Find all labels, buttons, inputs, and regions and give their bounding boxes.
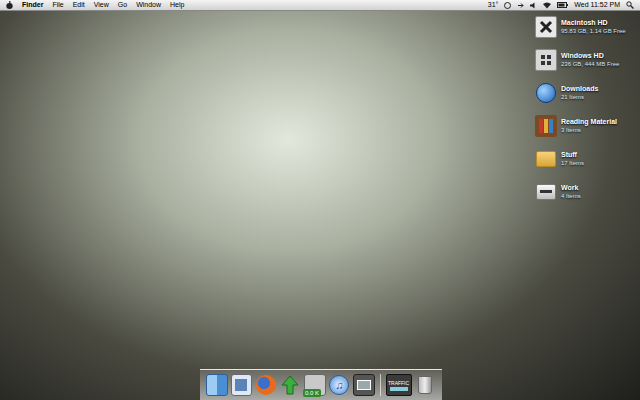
menu-item[interactable]: Help: [170, 0, 184, 10]
desktop-icon[interactable]: Reading Material3 Items: [535, 113, 640, 138]
upload-arrow-icon[interactable]: [280, 374, 301, 396]
desktop-icon[interactable]: Windows HD236 GB, 444 MB Free: [535, 47, 640, 72]
battery-icon[interactable]: [557, 2, 568, 8]
dock-separator: [380, 374, 381, 396]
temperature[interactable]: 31°: [488, 0, 499, 10]
trash-icon[interactable]: [415, 374, 436, 396]
volume-icon[interactable]: [530, 2, 537, 9]
menu-item[interactable]: View: [94, 0, 109, 10]
desktop: Finder File Edit View Go Window Help 31° Wed 11:…: [0, 0, 640, 400]
menu-bar: Finder File Edit View Go Window Help 31° Wed 11:…: [0, 0, 640, 11]
time-machine-icon[interactable]: [504, 2, 511, 9]
wifi-icon[interactable]: [543, 2, 551, 9]
menu-item[interactable]: File: [52, 0, 63, 10]
itunes-icon[interactable]: ♫: [329, 374, 350, 396]
windows-drive-icon: [535, 49, 557, 71]
network-meter-icon[interactable]: 0.0 K: [304, 374, 326, 396]
screen-app-icon[interactable]: [353, 374, 375, 396]
globe-icon: [535, 82, 557, 104]
desktop-icon[interactable]: Downloads21 Items: [535, 80, 640, 105]
firefox-icon[interactable]: [255, 374, 276, 396]
finder-icon[interactable]: [206, 374, 228, 396]
sync-icon[interactable]: [517, 2, 524, 9]
apple-icon[interactable]: [6, 1, 13, 9]
clock[interactable]: Wed 11:52 PM: [574, 0, 620, 10]
menu-item[interactable]: Go: [118, 0, 127, 10]
dock: 0.0 K♫ TRAFFIC: [200, 369, 442, 400]
spotlight-icon[interactable]: [626, 1, 634, 9]
traffic-icon[interactable]: TRAFFIC: [386, 374, 412, 396]
desktop-icon[interactable]: Work4 Items: [535, 179, 640, 204]
app-menu[interactable]: Finder: [22, 0, 43, 10]
desktop-icon[interactable]: Stuff17 Items: [535, 146, 640, 171]
menu-item[interactable]: Window: [136, 0, 161, 10]
printer-icon: [535, 181, 557, 203]
preview-icon[interactable]: [231, 374, 253, 396]
mac-drive-icon: [535, 16, 557, 38]
books-icon: [535, 115, 557, 137]
desktop-icon[interactable]: Macintosh HD95.83 GB, 1.14 GB Free: [535, 14, 640, 39]
menu-item[interactable]: Edit: [73, 0, 85, 10]
folder-icon: [535, 148, 557, 170]
desktop-icons: Macintosh HD95.83 GB, 1.14 GB Free Window…: [535, 14, 640, 204]
